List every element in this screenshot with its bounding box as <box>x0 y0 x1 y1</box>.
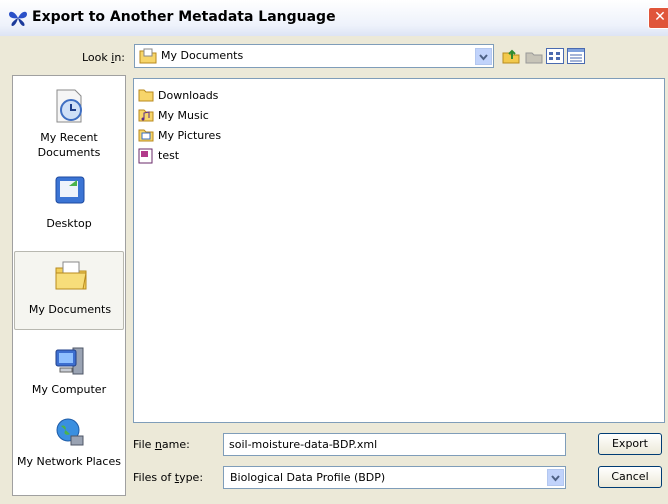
file-type-dropdown[interactable]: Biological Data Profile (BDP) <box>223 466 566 489</box>
document-icon <box>138 148 153 164</box>
close-icon[interactable]: ✕ <box>648 7 668 29</box>
title-bar: Export to Another Metadata Language ✕ <box>0 0 668 36</box>
place-label: My Recent Documents <box>37 131 101 159</box>
file-name-label: File name: <box>133 438 190 451</box>
look-in-value: My Documents <box>161 49 244 62</box>
my-documents-icon <box>55 261 87 290</box>
place-label: My Documents <box>28 303 112 316</box>
list-view-icon[interactable] <box>546 48 564 64</box>
file-name: test <box>158 149 180 162</box>
file-name: Downloads <box>158 89 219 102</box>
chevron-down-icon[interactable] <box>475 48 492 65</box>
cancel-button[interactable]: Cancel <box>598 466 662 488</box>
chevron-down-icon[interactable] <box>547 469 564 486</box>
pictures-folder-icon <box>138 129 154 142</box>
recent-documents-icon <box>56 89 82 123</box>
file-list[interactable]: Downloads My Music My Pictures test <box>133 78 665 423</box>
details-view-icon[interactable] <box>567 48 585 64</box>
place-my-documents[interactable]: My Documents <box>14 251 124 330</box>
places-bar: My Recent Documents Desktop My Documents… <box>12 75 126 496</box>
network-places-icon <box>56 418 84 446</box>
place-network-places[interactable]: My Network Places <box>14 410 124 492</box>
folder-icon <box>139 48 157 64</box>
window-title: Export to Another Metadata Language <box>32 9 336 25</box>
music-folder-icon <box>138 109 154 122</box>
up-folder-icon[interactable] <box>502 48 520 64</box>
look-in-dropdown[interactable]: My Documents <box>134 44 494 68</box>
file-name: My Pictures <box>158 129 222 142</box>
file-name-field[interactable]: soil-moisture-data-BDP.xml <box>223 433 566 456</box>
my-computer-icon <box>55 347 84 375</box>
butterfly-icon <box>9 11 27 26</box>
new-folder-icon[interactable] <box>525 48 543 64</box>
place-recent-documents[interactable]: My Recent Documents <box>14 82 124 162</box>
export-button[interactable]: Export <box>598 433 662 455</box>
file-type-value: Biological Data Profile (BDP) <box>230 471 386 484</box>
file-name: My Music <box>158 109 209 122</box>
desktop-icon <box>55 176 85 204</box>
file-name-value: soil-moisture-data-BDP.xml <box>229 438 378 451</box>
place-label: Desktop <box>46 217 92 230</box>
folder-icon <box>138 89 154 102</box>
place-label: My Network Places <box>17 455 121 468</box>
look-in-label: Look in: <box>82 51 126 64</box>
place-desktop[interactable]: Desktop <box>14 168 124 234</box>
place-my-computer[interactable]: My Computer <box>14 338 124 404</box>
place-label: My Computer <box>31 383 107 396</box>
file-type-label: Files of type: <box>133 471 204 484</box>
